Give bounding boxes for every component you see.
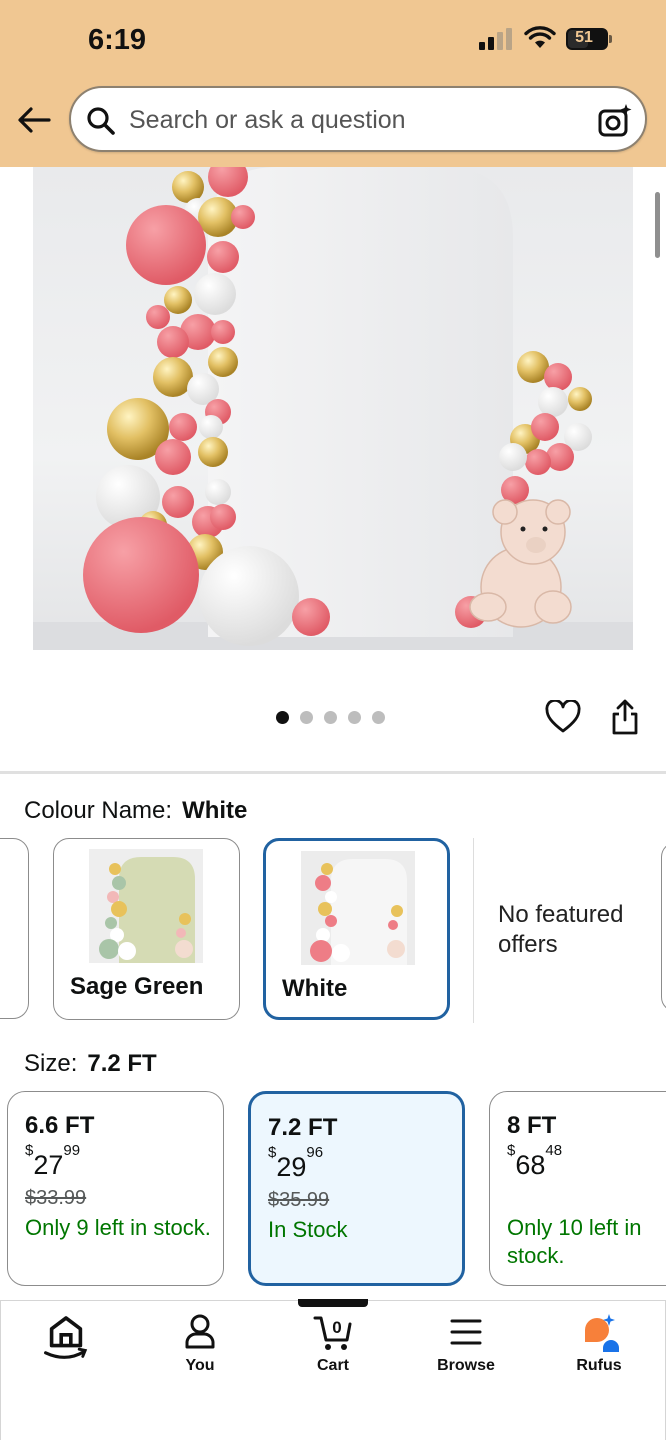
sheet-grabber[interactable] <box>298 1299 368 1307</box>
no-featured-offers[interactable]: No featured offers <box>473 838 643 1023</box>
price-dollars: 29 <box>276 1152 307 1182</box>
top-header: 6:19 51 Search or ask a question <box>0 0 666 167</box>
person-icon <box>185 1314 215 1349</box>
heart-icon[interactable] <box>545 700 581 734</box>
size-name: 6.6 FT <box>25 1112 95 1139</box>
cart-count: 0 <box>332 1318 341 1337</box>
product-image[interactable] <box>33 167 633 650</box>
rufus-icon <box>585 1314 619 1352</box>
colour-selected-value: White <box>182 797 248 824</box>
price-dollars: 27 <box>33 1150 64 1180</box>
pagination-dot[interactable] <box>324 711 337 724</box>
image-pagination-dots[interactable] <box>276 711 385 725</box>
size-price: $6848 <box>507 1142 563 1180</box>
search-icon <box>87 107 115 135</box>
search-placeholder: Search or ask a question <box>129 106 406 134</box>
swatch-thumbnail <box>89 849 203 963</box>
colour-swatch-white[interactable]: White <box>263 838 450 1020</box>
price-cents: 48 <box>545 1142 563 1159</box>
nav-home[interactable] <box>16 1312 116 1382</box>
swatch-name: Sage Green <box>70 973 204 1000</box>
share-icon[interactable] <box>610 698 640 736</box>
nav-label: Rufus <box>576 1357 622 1374</box>
battery-level: 51 <box>575 29 593 46</box>
colour-swatch-sage-green[interactable]: Sage Green <box>53 838 240 1020</box>
nav-label: Cart <box>316 1357 349 1374</box>
size-stock-status: In Stock <box>268 1217 348 1242</box>
pagination-dot[interactable] <box>348 711 361 724</box>
size-stock-status: Only 10 left in stock. <box>507 1215 642 1268</box>
size-selected-value: 7.2 FT <box>87 1050 157 1077</box>
colour-swatch-partial[interactable] <box>661 842 666 1012</box>
nav-label: Browse <box>437 1357 495 1374</box>
cellular-signal-icon <box>479 28 515 50</box>
status-time: 6:19 <box>88 24 147 56</box>
home-icon <box>44 1316 88 1359</box>
pagination-dot[interactable] <box>300 711 313 724</box>
size-price: $2799 <box>25 1142 81 1180</box>
pagination-dot[interactable] <box>372 711 385 724</box>
colour-label-text: Colour Name: <box>24 797 173 824</box>
cart-icon: 0 <box>313 1316 352 1350</box>
nav-you[interactable]: You <box>150 1312 250 1382</box>
price-cents: 99 <box>63 1142 81 1159</box>
nav-cart[interactable]: 0 Cart <box>283 1312 383 1382</box>
scroll-indicator[interactable] <box>655 192 660 258</box>
price-cents: 96 <box>306 1144 324 1161</box>
nav-label: You <box>185 1357 215 1374</box>
size-name: 8 FT <box>507 1112 557 1139</box>
size-stock-status: Only 9 left in stock. <box>25 1215 211 1240</box>
size-option-8ft[interactable]: 8 FT $6848 Only 10 left in stock. <box>489 1091 666 1286</box>
colour-label: Colour Name: White <box>24 797 247 825</box>
search-bar[interactable]: Search or ask a question <box>69 86 647 152</box>
battery-icon: 51 <box>566 28 612 50</box>
size-price: $2996 <box>268 1144 324 1182</box>
size-label-text: Size: <box>24 1050 78 1077</box>
camera-search-icon[interactable] <box>597 102 633 138</box>
size-name: 7.2 FT <box>268 1114 338 1141</box>
size-list-price: $33.99 <box>25 1187 87 1209</box>
balloon-arch-illustration <box>33 167 633 650</box>
price-dollars: 68 <box>515 1150 546 1180</box>
no-offers-text: No featured offers <box>498 901 624 958</box>
colour-swatch-partial[interactable] <box>0 838 29 1019</box>
size-option-6-6ft[interactable]: 6.6 FT $2799 $33.99 Only 9 left in stock… <box>7 1091 224 1286</box>
wifi-icon <box>524 26 556 48</box>
pagination-dot[interactable] <box>276 711 289 724</box>
section-divider <box>0 771 666 774</box>
size-list-price: $35.99 <box>268 1189 330 1211</box>
size-option-7-2ft[interactable]: 7.2 FT $2996 $35.99 In Stock <box>248 1091 465 1286</box>
swatch-name: White <box>282 975 348 1002</box>
nav-browse[interactable]: Browse <box>416 1312 516 1382</box>
back-arrow-icon[interactable] <box>16 102 52 138</box>
size-label: Size: 7.2 FT <box>24 1050 157 1078</box>
swatch-thumbnail <box>301 851 415 965</box>
menu-icon <box>450 1319 482 1345</box>
nav-rufus[interactable]: Rufus <box>549 1312 649 1382</box>
